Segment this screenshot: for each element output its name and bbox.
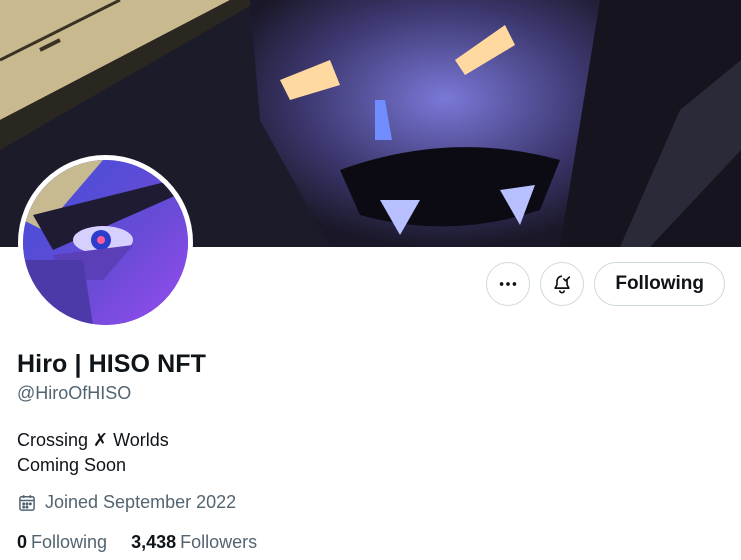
notifications-button[interactable] <box>540 262 585 306</box>
calendar-icon <box>19 494 35 511</box>
joined-date: Joined September 2022 <box>17 492 236 513</box>
followers-label: Followers <box>180 532 258 552</box>
following-count: 0 <box>17 532 28 552</box>
bio-line-1: Crossing ✗ Worlds <box>17 430 169 450</box>
bell-subscribed-icon <box>554 275 571 294</box>
followers-count: 3,438 <box>131 532 177 552</box>
profile-actions: Following <box>486 262 725 306</box>
joined-text: Joined September 2022 <box>45 492 237 512</box>
avatar <box>23 160 188 325</box>
profile-handle: @HiroOfHISO <box>17 383 132 403</box>
following-label: Following <box>31 532 108 552</box>
profile-bio: Crossing ✗ Worlds Coming Soon <box>17 428 169 478</box>
bio-line-2: Coming Soon <box>17 455 127 475</box>
following-stat[interactable]: 0 Following <box>17 532 107 553</box>
more-button[interactable] <box>486 262 531 306</box>
profile-stats: 0 Following 3,438 Followers <box>17 532 257 553</box>
avatar-frame[interactable] <box>18 155 193 330</box>
profile-name: Hiro | HISO NFT <box>17 350 207 378</box>
more-icon <box>500 282 517 286</box>
followers-stat[interactable]: 3,438 Followers <box>131 532 257 553</box>
following-button[interactable]: Following <box>594 262 725 306</box>
